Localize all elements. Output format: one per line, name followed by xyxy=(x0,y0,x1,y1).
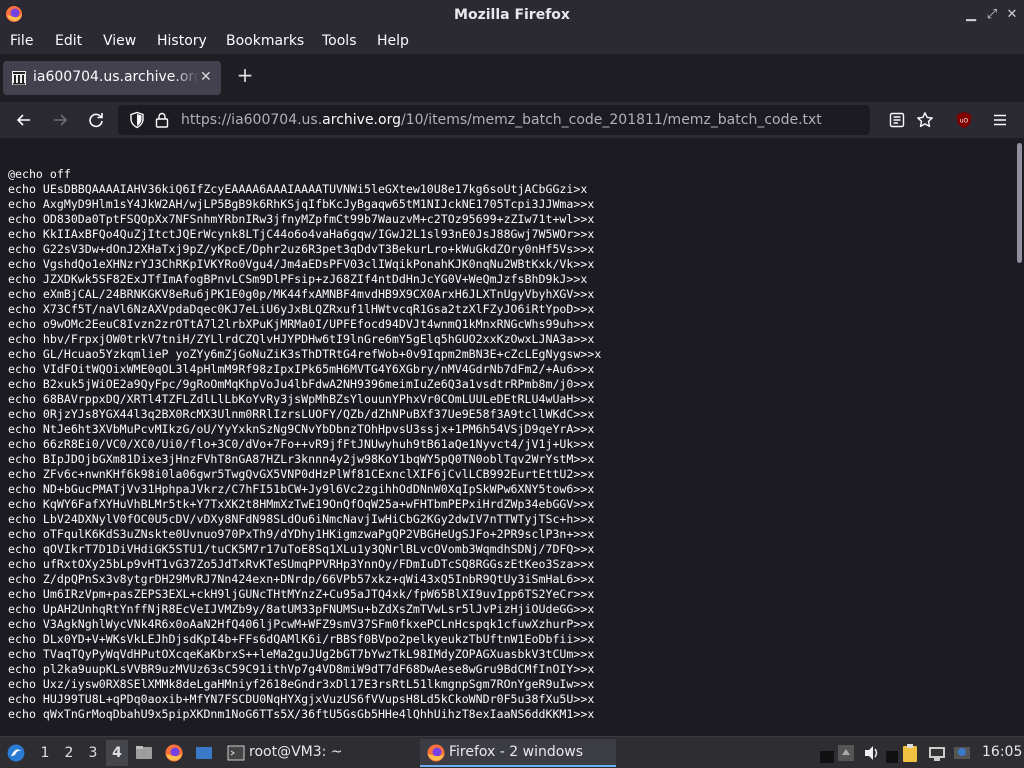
svg-text:uO: uO xyxy=(960,118,969,125)
echo-lines: echo UEsDBBQAAAAIAHV36kiQ6IfZcyEAAAA6AAA… xyxy=(8,182,601,721)
echo-line: echo KkIIAxBFQo4QuZjItctJQErWcynk8LTjC44… xyxy=(8,227,595,241)
page-content: @echo off echo UEsDBBQAAAAIAHV36kiQ6IfZc… xyxy=(0,138,1014,736)
menu-tools[interactable]: Tools xyxy=(322,33,357,49)
echo-line: echo hbv/FrpxjOW0trkV7tniH/ZYLlrdCZQlvHJ… xyxy=(8,332,595,346)
lock-icon[interactable] xyxy=(153,111,171,129)
workspace-2[interactable]: 2 xyxy=(58,740,80,766)
menu-bookmarks[interactable]: Bookmarks xyxy=(226,33,304,49)
echo-line: echo VgshdQo1eXHNzrYJ3ChRKpIVKYRo0Vgu4/J… xyxy=(8,257,595,271)
echo-line: echo 68BAVrppxDQ/XRTl4TZFLZdlLlLbKoYvRy3… xyxy=(8,392,595,406)
echo-line: echo LbV24DXNylV0fOC0U5cDV/vDXy8NFdN98SL… xyxy=(8,512,595,526)
url-bar[interactable]: https://ia600704.us.archive.org/10/items… xyxy=(118,105,870,135)
workspace-1[interactable]: 1 xyxy=(34,740,56,766)
archive-favicon-icon xyxy=(12,71,26,85)
echo-off-line: @echo off xyxy=(8,167,71,181)
echo-line: echo Um6IRzVpm+pasZEPS3EXL+ckH9ljGUNcTHt… xyxy=(8,587,595,601)
echo-line: echo AxgMyD9Hlm1sY4JkW2AH/wjLP5BgB9k6RhK… xyxy=(8,197,595,211)
echo-line: echo qOVIkrT7D1DiVHdiGK5STU1/tuCK5M7r17u… xyxy=(8,542,595,556)
tab-title-fade xyxy=(173,65,199,91)
echo-line: echo NtJe6ht3XVbMuPcvMIkzG/oU/YyYxknSzNg… xyxy=(8,422,595,436)
firefox-launcher-icon[interactable] xyxy=(164,743,184,763)
taskbar: 1 2 3 4 root@VM3: ~ Firefox - 2 windows xyxy=(0,736,1024,768)
echo-line: echo VIdFOitWQOixWME0qOL3l4pHlmM9Rf98zIp… xyxy=(8,362,595,376)
echo-line: echo pl2ka9uupKLsVVBR9uzMVUz63sC59C91ith… xyxy=(8,662,595,676)
notification-icon[interactable] xyxy=(952,743,972,763)
workspace-3[interactable]: 3 xyxy=(82,740,104,766)
terminal-task[interactable]: root@VM3: ~ xyxy=(249,744,343,760)
url-path: /10/items/memz_batch_code_201811/memz_ba… xyxy=(400,112,822,128)
back-arrow-icon[interactable] xyxy=(13,109,35,131)
echo-line: echo G22sV3Dw+dOnJ2XHaTxj9pZ/yKpcE/Dphr2… xyxy=(8,242,595,256)
network-icon[interactable] xyxy=(927,743,947,763)
vertical-scrollbar[interactable] xyxy=(1014,138,1024,736)
echo-line: echo 66zR8Ei0/VC0/XC0/Ui0/flo+3C0/dVo+7F… xyxy=(8,437,595,451)
echo-line: echo ufRxtOXy25bLp9vHT1vG37Zo5JdTxRvKTeS… xyxy=(8,557,595,571)
close-icon[interactable]: ✕ xyxy=(1003,6,1021,24)
echo-line: echo OD830Da0TptFSQOpXx7NFSnhmYRbnIRw3jf… xyxy=(8,212,595,226)
menu-help[interactable]: Help xyxy=(377,33,409,49)
clipboard-icon[interactable] xyxy=(900,743,920,763)
hamburger-menu-icon[interactable] xyxy=(991,111,1009,129)
echo-line: echo 0RjzYJs8YGX44l3q2BX0RcMX3Ulnm0RRlIz… xyxy=(8,407,595,421)
echo-line: echo JZXDKwk5SF82ExJTfImAfogBPnvLCSm9DlP… xyxy=(8,272,588,286)
tab-strip: ia600704.us.archive.org/ ✕ xyxy=(0,54,1024,102)
workspace-4[interactable]: 4 xyxy=(106,740,128,766)
echo-line: echo V3AgkNghlWycVNk4R6x0oAaN2HfQ406ljPc… xyxy=(8,617,595,631)
echo-line: echo BIpJDOjbGXm81Dixe3jHnzFVhT8nGA87HZL… xyxy=(8,452,595,466)
echo-line: echo X73Cf5T/naVl6NzAXVpdaDqec0KJ7eLiU6y… xyxy=(8,302,595,316)
file-manager-icon[interactable] xyxy=(134,743,154,763)
firefox-task[interactable]: Firefox - 2 windows xyxy=(420,739,616,767)
echo-line: echo B2xuk5jWiOE2a9QyFpc/9gRoOmMqKhpVoJu… xyxy=(8,377,595,391)
url-host: archive.org xyxy=(322,112,401,128)
echo-line: echo GL/Hcuao5YzkqmlieP yoZYy6mZjGoNuZiK… xyxy=(8,347,602,361)
bookmark-star-icon[interactable] xyxy=(916,111,934,129)
reload-icon[interactable] xyxy=(85,109,107,131)
clock: 16:05 xyxy=(982,744,1023,760)
shield-icon[interactable] xyxy=(128,111,146,129)
text-file-content: @echo off echo UEsDBBQAAAAIAHV36kiQ6IfZc… xyxy=(8,167,601,722)
volume-icon[interactable] xyxy=(862,743,882,763)
echo-line: echo HUJ99TU8L+qPDq0aoxib+MfYN7FSCDU0NqH… xyxy=(8,692,595,706)
new-tab-button[interactable]: + xyxy=(234,64,256,86)
minimize-icon[interactable]: ▁ xyxy=(962,6,980,24)
echo-line: echo o9wOMc2EeuC8Ivzn2zrOTtA7l2lrbXPuKjM… xyxy=(8,317,595,331)
title-bar: Mozilla Firefox ▁ ⤢ ✕ xyxy=(0,0,1024,30)
echo-line: echo Uxz/iysw0RX8SElXMMk8deLgaHMniyf2618… xyxy=(8,677,595,691)
desktop-icon[interactable] xyxy=(194,743,214,763)
forward-arrow-icon[interactable] xyxy=(49,109,71,131)
terminal-icon[interactable] xyxy=(226,743,246,763)
menu-file[interactable]: File xyxy=(10,33,33,49)
reader-view-icon[interactable] xyxy=(888,111,906,129)
url-prefix: https://ia600704.us. xyxy=(181,112,323,128)
menu-history[interactable]: History xyxy=(157,33,207,49)
echo-line: echo eXmBjCAL/24BRNKGKV8eRu6jPK1E0g0p/MK… xyxy=(8,287,595,301)
echo-line: echo Z/dpQPnSx3v8ytgrDH29MvRJ7Nn424exn+D… xyxy=(8,572,595,586)
echo-line: echo qWxTnGrMoqDbahU9x5pipXKDnm1NoG6TTs5… xyxy=(8,707,595,721)
window-title: Mozilla Firefox xyxy=(454,7,570,23)
echo-line: echo KqWY6FafXYHuVhBLMr5tk+Y7TxXK2t8HMmX… xyxy=(8,497,595,511)
scrollbar-thumb[interactable] xyxy=(1017,143,1022,263)
echo-line: echo UEsDBBQAAAAIAHV36kiQ6IfZcyEAAAA6AAA… xyxy=(8,182,588,196)
menu-view[interactable]: View xyxy=(103,33,136,49)
firefox-task-label: Firefox - 2 windows xyxy=(449,744,584,760)
maximize-icon[interactable]: ⤢ xyxy=(983,6,1001,24)
firefox-task-icon xyxy=(427,744,445,762)
menu-bar: File Edit View History Bookmarks Tools H… xyxy=(0,30,1024,54)
echo-line: echo UpAH2UnhqRtYnffNjR8EcVeIJVMZb9y/8at… xyxy=(8,602,595,616)
tray-app-icon[interactable] xyxy=(836,743,856,763)
tab-close-icon[interactable]: ✕ xyxy=(200,69,212,85)
echo-line: echo oTFqulK6KdS3uZNskte0Uvnuo970PxTh9/d… xyxy=(8,527,595,541)
echo-line: echo ZFv6c+nwnKHf6k98i0la06gwr5TwgQvGX5V… xyxy=(8,467,595,481)
ublock-origin-icon[interactable]: uO xyxy=(955,111,973,129)
echo-line: echo ND+bGucPMATjVv31HphpaJVkrz/C7hFI51b… xyxy=(8,482,595,496)
start-menu-icon[interactable] xyxy=(6,743,26,763)
echo-line: echo DLx0YD+V+WKsVkLEJhDjsdKpI4b+FFs6dQA… xyxy=(8,632,595,646)
tab-archive[interactable]: ia600704.us.archive.org/ ✕ xyxy=(3,61,221,95)
echo-line: echo TVaqTQyPyWqVdHPutOXcqeKaKbrxS++leMa… xyxy=(8,647,595,661)
menu-edit[interactable]: Edit xyxy=(55,33,82,49)
url-text[interactable]: https://ia600704.us.archive.org/10/items… xyxy=(181,112,822,128)
navigation-bar: https://ia600704.us.archive.org/10/items… xyxy=(0,102,1024,138)
